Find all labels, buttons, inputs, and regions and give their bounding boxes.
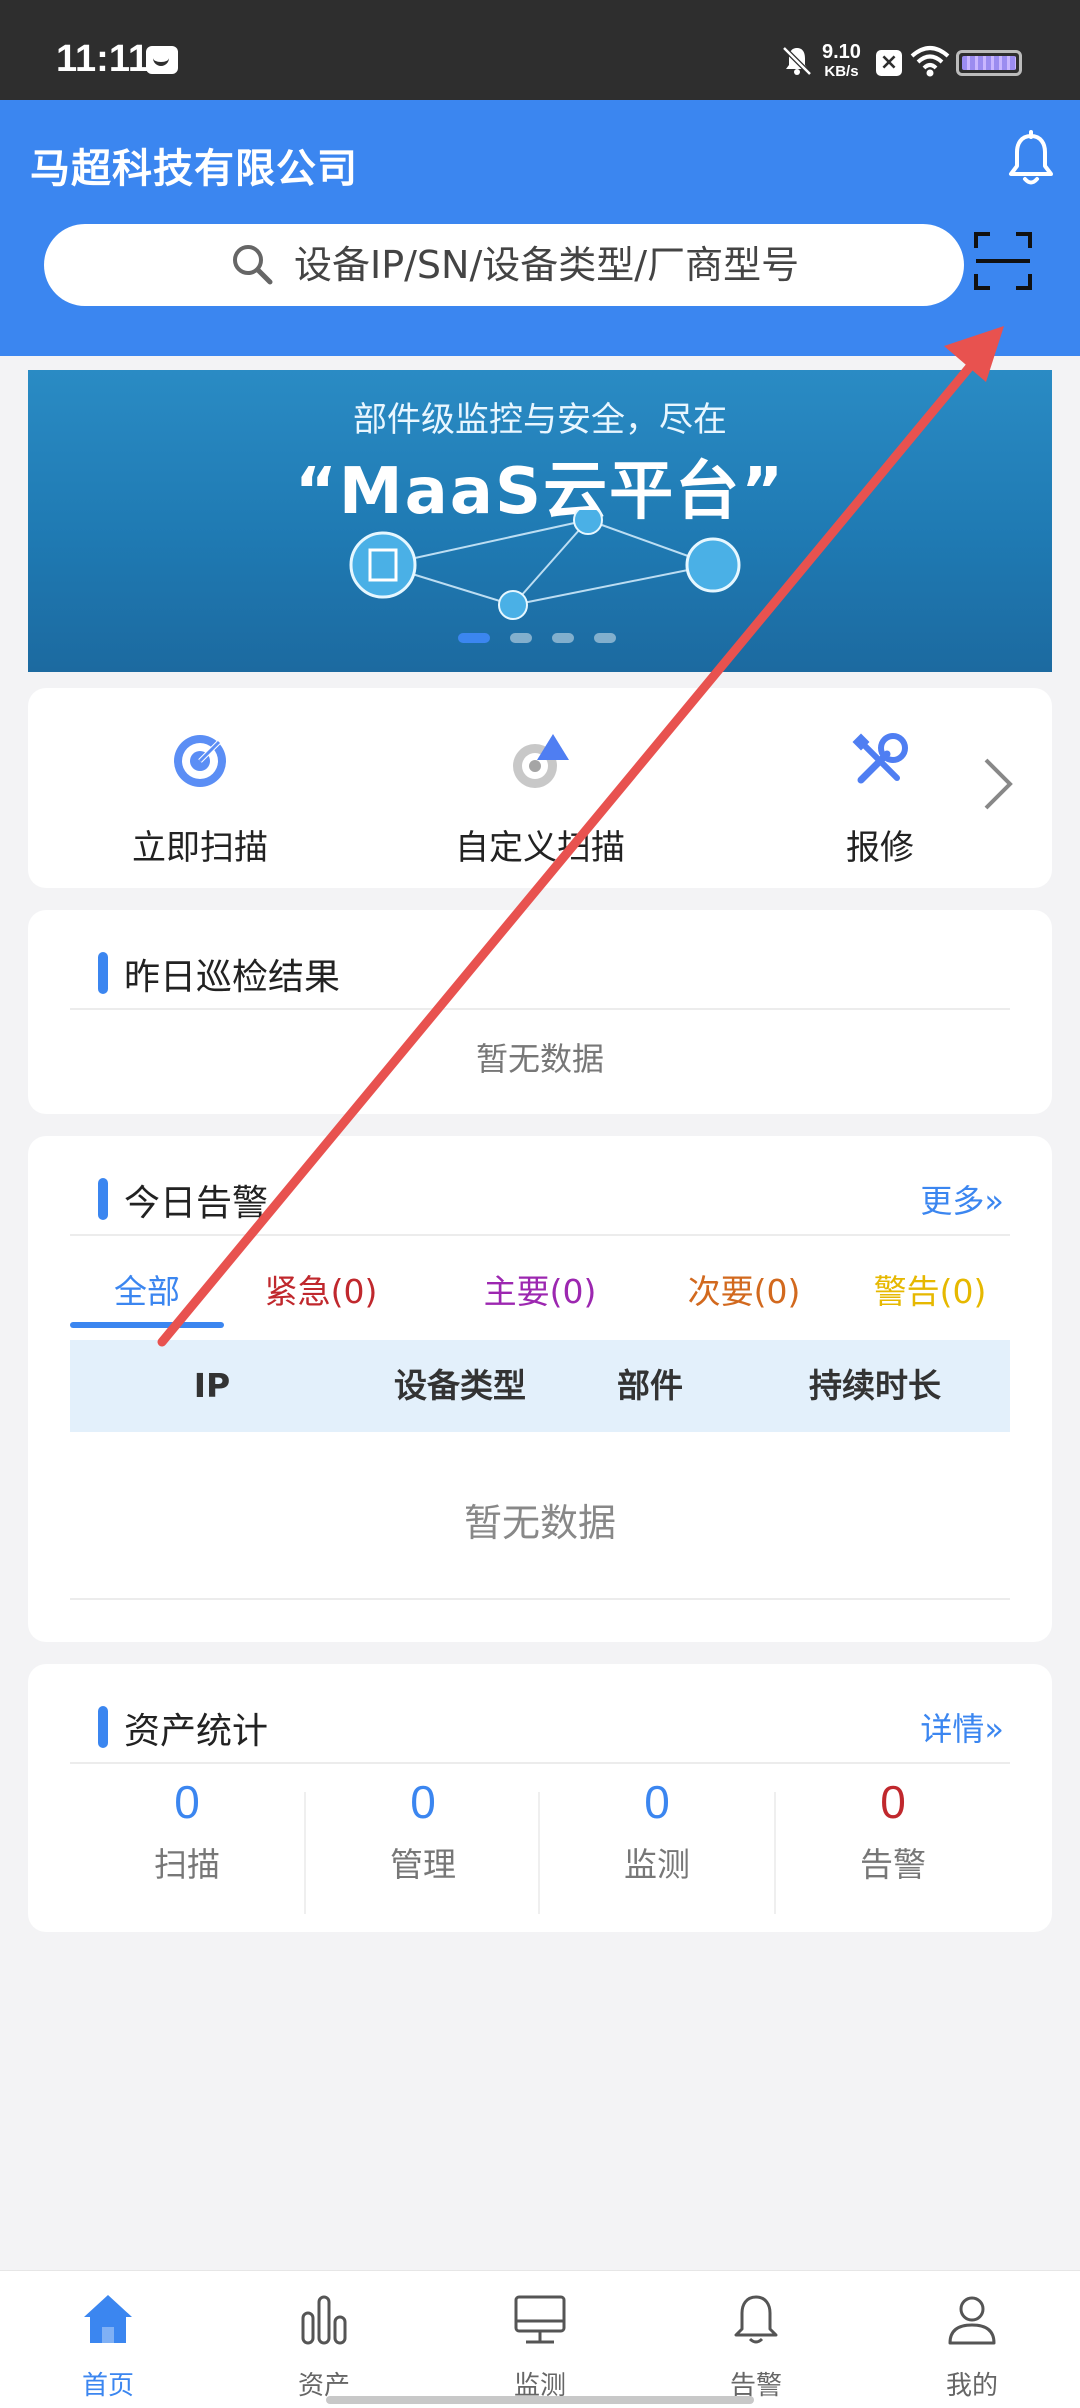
quick-actions-card: 立即扫描 自定义扫描 报修 [28,688,1052,888]
stat-alerts[interactable]: 0 告警 [776,1774,1010,1886]
scan-qr-icon[interactable] [972,230,1034,292]
message-notification-icon [146,46,178,74]
user-icon [948,2296,996,2345]
quick-action-label: 报修 [846,828,914,868]
bottom-navigation: 首页 资产 监测 告警 我的 [0,2270,1080,2408]
active-tab-indicator [70,1322,224,1328]
divider [70,1234,1010,1236]
alerts-table-header: IP 设备类型 部件 持续时长 [70,1340,1010,1432]
promo-banner[interactable]: 部件级监控与安全，尽在 “MaaS云平台” [28,370,1052,672]
column-header: 持续时长 [809,1366,941,1405]
search-icon [233,245,273,285]
custom-scan-button[interactable]: 自定义扫描 [420,728,660,869]
nav-label: 我的 [945,2371,998,2401]
gesture-home-bar[interactable] [326,2396,754,2404]
tab-major[interactable]: 主要(0) [448,1256,632,1328]
nav-monitor[interactable]: 监测 [432,2289,648,2402]
bell-icon [734,2295,778,2344]
net-speed: 9.10 KB/s [822,42,861,82]
stat-value: 0 [174,1776,200,1828]
tab-minor[interactable]: 次要(0) [652,1256,836,1328]
tab-critical[interactable]: 紧急(0) [224,1256,418,1328]
empty-state: 暂无数据 [475,1040,604,1078]
divider [70,1008,1010,1010]
stat-managed[interactable]: 0 管理 [306,1774,540,1886]
empty-state: 暂无数据 [463,1501,616,1545]
asset-details-link[interactable]: 详情» [920,1704,1004,1750]
custom-scan-icon [513,734,569,788]
section-marker [98,1178,108,1220]
search-bar[interactable]: 设备IP/SN/设备类型/厂商型号 [44,224,964,306]
bar-chart-icon [301,2295,347,2345]
wifi-icon [910,46,950,77]
repair-button[interactable]: 报修 [760,728,1000,869]
banner-subtitle: 部件级监控与安全，尽在 [353,400,727,440]
nav-alerts[interactable]: 告警 [648,2289,864,2402]
quick-scan-button[interactable]: 立即扫描 [80,728,320,869]
banner-dot[interactable] [510,633,532,643]
search-placeholder: 设备IP/SN/设备类型/厂商型号 [294,243,800,287]
stat-value: 0 [410,1776,436,1828]
yesterday-inspection-card: 昨日巡检结果 暂无数据 [28,910,1052,1114]
stat-label: 监测 [624,1845,690,1884]
net-speed-unit: KB/s [824,63,859,80]
column-header: IP [193,1366,231,1405]
stat-value: 0 [644,1776,670,1828]
chevron-right-icon[interactable] [980,754,1016,814]
more-alerts-link[interactable]: 更多» [920,1176,1004,1222]
quick-action-label: 立即扫描 [132,828,268,868]
target-icon [174,735,226,787]
section-title: 今日告警 [124,1183,269,1224]
tab-all[interactable]: 全部 [70,1256,224,1328]
section-title: 资产统计 [124,1711,269,1752]
x-app-icon: × [876,50,902,76]
stat-value: 0 [880,1776,906,1828]
company-name: 马超科技有限公司 [30,146,358,192]
network-illustration [349,510,741,620]
status-time: 11:11 [56,38,149,80]
divider [70,1598,1010,1600]
stat-label: 扫描 [154,1845,220,1884]
column-header: 部件 [617,1366,683,1405]
wrench-icon [852,733,908,784]
nav-home[interactable]: 首页 [0,2289,216,2402]
app-header: 马超科技有限公司 设备IP/SN/设备类型/厂商型号 [0,100,1080,356]
notification-bell-icon[interactable] [1004,130,1058,190]
status-bar: 11:11 9.10 KB/s × [0,0,1080,100]
quick-action-label: 自定义扫描 [455,828,625,868]
section-marker [98,952,108,994]
battery-icon [956,50,1022,76]
net-speed-value: 9.10 [822,41,861,63]
banner-dot[interactable] [594,633,616,643]
banner-pagination [458,628,636,643]
today-alerts-card: 今日告警 更多» 全部 紧急(0) 主要(0) 次要(0) 警告(0) IP 设… [28,1136,1052,1642]
home-icon [84,2295,132,2343]
banner-dot[interactable] [552,633,574,643]
section-marker [98,1706,108,1748]
asset-stats-card: 资产统计 详情» 0 扫描 0 管理 0 监测 0 告警 [28,1664,1052,1932]
column-header: 设备类型 [394,1366,526,1405]
bell-mute-icon [782,46,812,76]
nav-label: 首页 [81,2371,134,2401]
divider [70,1762,1010,1764]
stat-monitored[interactable]: 0 监测 [540,1774,774,1886]
nav-assets[interactable]: 资产 [216,2289,432,2402]
banner-dot[interactable] [458,633,490,643]
nav-profile[interactable]: 我的 [864,2289,1080,2402]
stat-scan[interactable]: 0 扫描 [70,1774,304,1886]
tab-warning[interactable]: 警告(0) [838,1256,1022,1328]
section-title: 昨日巡检结果 [124,957,341,998]
alert-tabs: 全部 紧急(0) 主要(0) 次要(0) 警告(0) [70,1256,1010,1328]
monitor-icon [514,2295,566,2344]
stat-label: 管理 [390,1845,456,1884]
stat-label: 告警 [860,1845,926,1884]
